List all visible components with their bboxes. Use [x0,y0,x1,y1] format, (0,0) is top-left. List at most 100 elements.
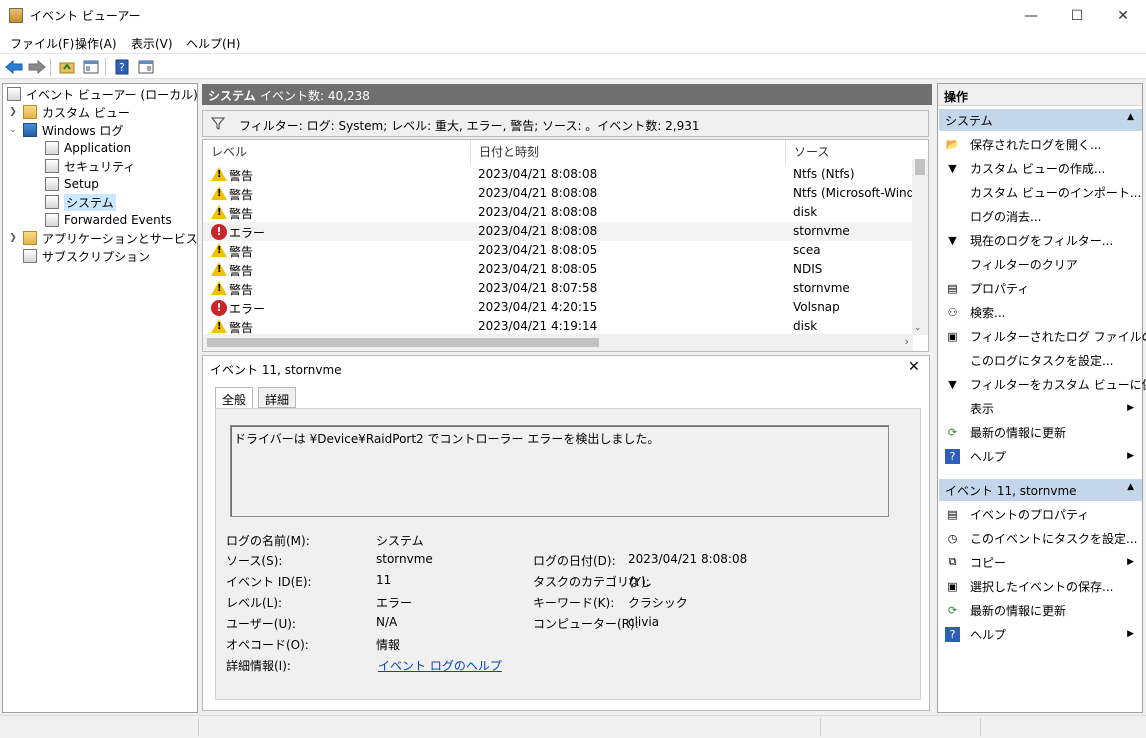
value-keywords: クラシック [628,596,688,610]
table-row[interactable]: ! エラー 2023/04/21 4:20:15 Volsnap [203,298,913,317]
scroll-right-icon[interactable]: › [905,335,909,348]
action-item[interactable]: ログの消去... [938,204,1142,228]
column-header-date[interactable]: 日付と時刻 [471,140,786,164]
cell-level: 警告 [229,169,254,183]
tree-item-security[interactable]: セキュリティ [45,157,135,175]
chevron-down-icon[interactable]: ⌄ [7,125,19,135]
refresh-icon: ⟳ [947,603,958,617]
cell-source: stornvme [793,224,850,238]
scroll-thumb[interactable] [915,159,925,175]
tree-item-custom-views[interactable]: ❯ カスタム ビュー [7,103,130,121]
close-button[interactable]: ✕ [1100,0,1146,31]
action-item[interactable]: ▣ 選択したイベントの保存... [938,574,1142,598]
action-label: 選択したイベントの保存... [970,579,1114,594]
action-label: 検索... [970,305,1006,320]
log-icon [45,177,59,191]
table-row[interactable]: 警告 2023/04/21 8:08:08 disk [203,203,913,222]
scroll-down-icon[interactable]: ⌄ [914,323,922,333]
action-item[interactable]: ▼ 現在のログをフィルター... [938,228,1142,252]
menu-file[interactable]: ファイル(F) [10,35,74,52]
filter-bar: フィルター: ログ: System; レベル: 重大, エラー, 警告; ソース… [202,110,929,137]
table-row[interactable]: 警告 2023/04/21 8:07:58 stornvme [203,279,913,298]
vertical-scrollbar[interactable]: ⌄ [912,159,928,335]
tab-general[interactable]: 全般 [215,387,254,409]
up-folder-button[interactable] [57,57,77,76]
menu-help[interactable]: ヘルプ(H) [186,35,240,52]
menu-view[interactable]: 表示(V) [131,35,173,52]
tree-item-label: サブスクリプション [42,249,151,264]
show-action-pane-button[interactable] [136,57,156,76]
error-icon: ! [211,300,227,316]
action-item[interactable]: ◷ このイベントにタスクを設定... [938,526,1142,550]
action-label: イベントのプロパティ [970,507,1090,522]
help-icon: ? [945,448,960,464]
table-row[interactable]: 警告 2023/04/21 8:08:05 NDIS [203,260,913,279]
action-label: ヘルプ [970,627,1007,642]
table-row[interactable]: 警告 2023/04/21 8:08:08 Ntfs (Microsoft-Wind… [203,184,922,203]
action-item[interactable]: フィルターのクリア [938,252,1142,276]
svg-text:?: ? [119,61,125,74]
value-user: N/A [376,615,398,629]
tree-item-system[interactable]: システム [45,193,116,211]
table-row[interactable]: 警告 2023/04/21 8:08:08 Ntfs (Ntfs) [203,165,913,184]
tree-item-windows-logs[interactable]: ⌄ Windows ログ [7,121,123,139]
action-item[interactable]: ? ヘルプ ▶ [938,444,1142,468]
collapse-up-icon[interactable]: ▲ [1127,112,1134,122]
action-item[interactable]: ⟳ 最新の情報に更新 [938,598,1142,622]
blank-icon [945,209,960,224]
menu-action[interactable]: 操作(A) [75,35,117,52]
event-log-help-link[interactable]: イベント ログのヘルプ [378,657,502,674]
action-item[interactable]: ? ヘルプ ▶ [938,622,1142,646]
tree-root[interactable]: イベント ビューアー (ローカル) [7,85,198,103]
action-label: このログにタスクを設定... [970,353,1114,368]
section-label: イベント 11, stornvme [945,484,1077,498]
horizontal-scrollbar[interactable]: › [203,334,913,351]
tree-item-setup[interactable]: Setup [45,175,99,193]
copy-icon: ⧉ [948,555,957,568]
detail-close-icon[interactable]: ✕ [908,359,920,375]
action-item[interactable]: ▼ フィルターをカスタム ビューに保... [938,372,1146,396]
action-item[interactable]: ⚇ 検索... [938,300,1142,324]
action-item[interactable]: カスタム ビューのインポート... [938,180,1142,204]
title-bar: イベント ビューアー — ☐ ✕ [0,0,1146,31]
chevron-right-icon[interactable]: ❯ [7,233,19,243]
action-item[interactable]: 表示 ▶ [938,396,1142,420]
refresh-icon: ⟳ [947,425,958,439]
table-row[interactable]: ! エラー 2023/04/21 8:08:08 stornvme [203,222,913,241]
scroll-thumb[interactable] [207,338,599,347]
chevron-right-icon[interactable]: ❯ [7,107,19,117]
back-button[interactable] [4,57,24,76]
tab-details[interactable]: 詳細 [258,387,297,408]
forward-button[interactable] [27,57,47,76]
show-hide-tree-button[interactable] [81,57,101,76]
action-item[interactable]: ▣ フィルターされたログ ファイルの... [938,324,1146,348]
action-label: 最新の情報に更新 [970,603,1067,618]
log-icon [45,213,59,227]
label-opcode: オペコード(O): [226,638,309,652]
action-item[interactable]: 📂 保存されたログを開く... [938,132,1142,156]
column-header-level[interactable]: レベル [203,140,471,164]
filter-icon: ▼ [948,233,957,247]
action-item[interactable]: ▤ イベントのプロパティ [938,502,1142,526]
tree-item-subscriptions[interactable]: サブスクリプション [23,247,150,265]
actions-section-event[interactable]: イベント 11, stornvme ▲ [939,479,1142,501]
table-row[interactable]: 警告 2023/04/21 8:08:05 scea [203,241,913,260]
column-header-source[interactable]: ソース [786,140,913,164]
action-item[interactable]: ▤ プロパティ [938,276,1142,300]
tree-item-app-services-logs[interactable]: ❯ アプリケーションとサービス ログ [7,229,226,247]
action-item[interactable]: ⧉ コピー ▶ [938,550,1142,574]
properties-icon: ▤ [947,507,958,521]
collapse-up-icon[interactable]: ▲ [1127,482,1134,492]
help-button[interactable]: ? [112,57,132,76]
action-item[interactable]: ▼ カスタム ビューの作成... [938,156,1142,180]
tree-item-application[interactable]: Application [45,139,131,157]
minimize-button[interactable]: — [1008,0,1054,31]
tree-item-forwarded-events[interactable]: Forwarded Events [45,211,172,229]
blank-icon [945,401,960,416]
cell-source: disk [793,205,818,219]
cell-level: 警告 [229,264,254,278]
action-item[interactable]: このログにタスクを設定... [938,348,1142,372]
maximize-button[interactable]: ☐ [1054,0,1100,31]
action-item[interactable]: ⟳ 最新の情報に更新 [938,420,1142,444]
actions-section-system[interactable]: システム ▲ [939,109,1142,131]
